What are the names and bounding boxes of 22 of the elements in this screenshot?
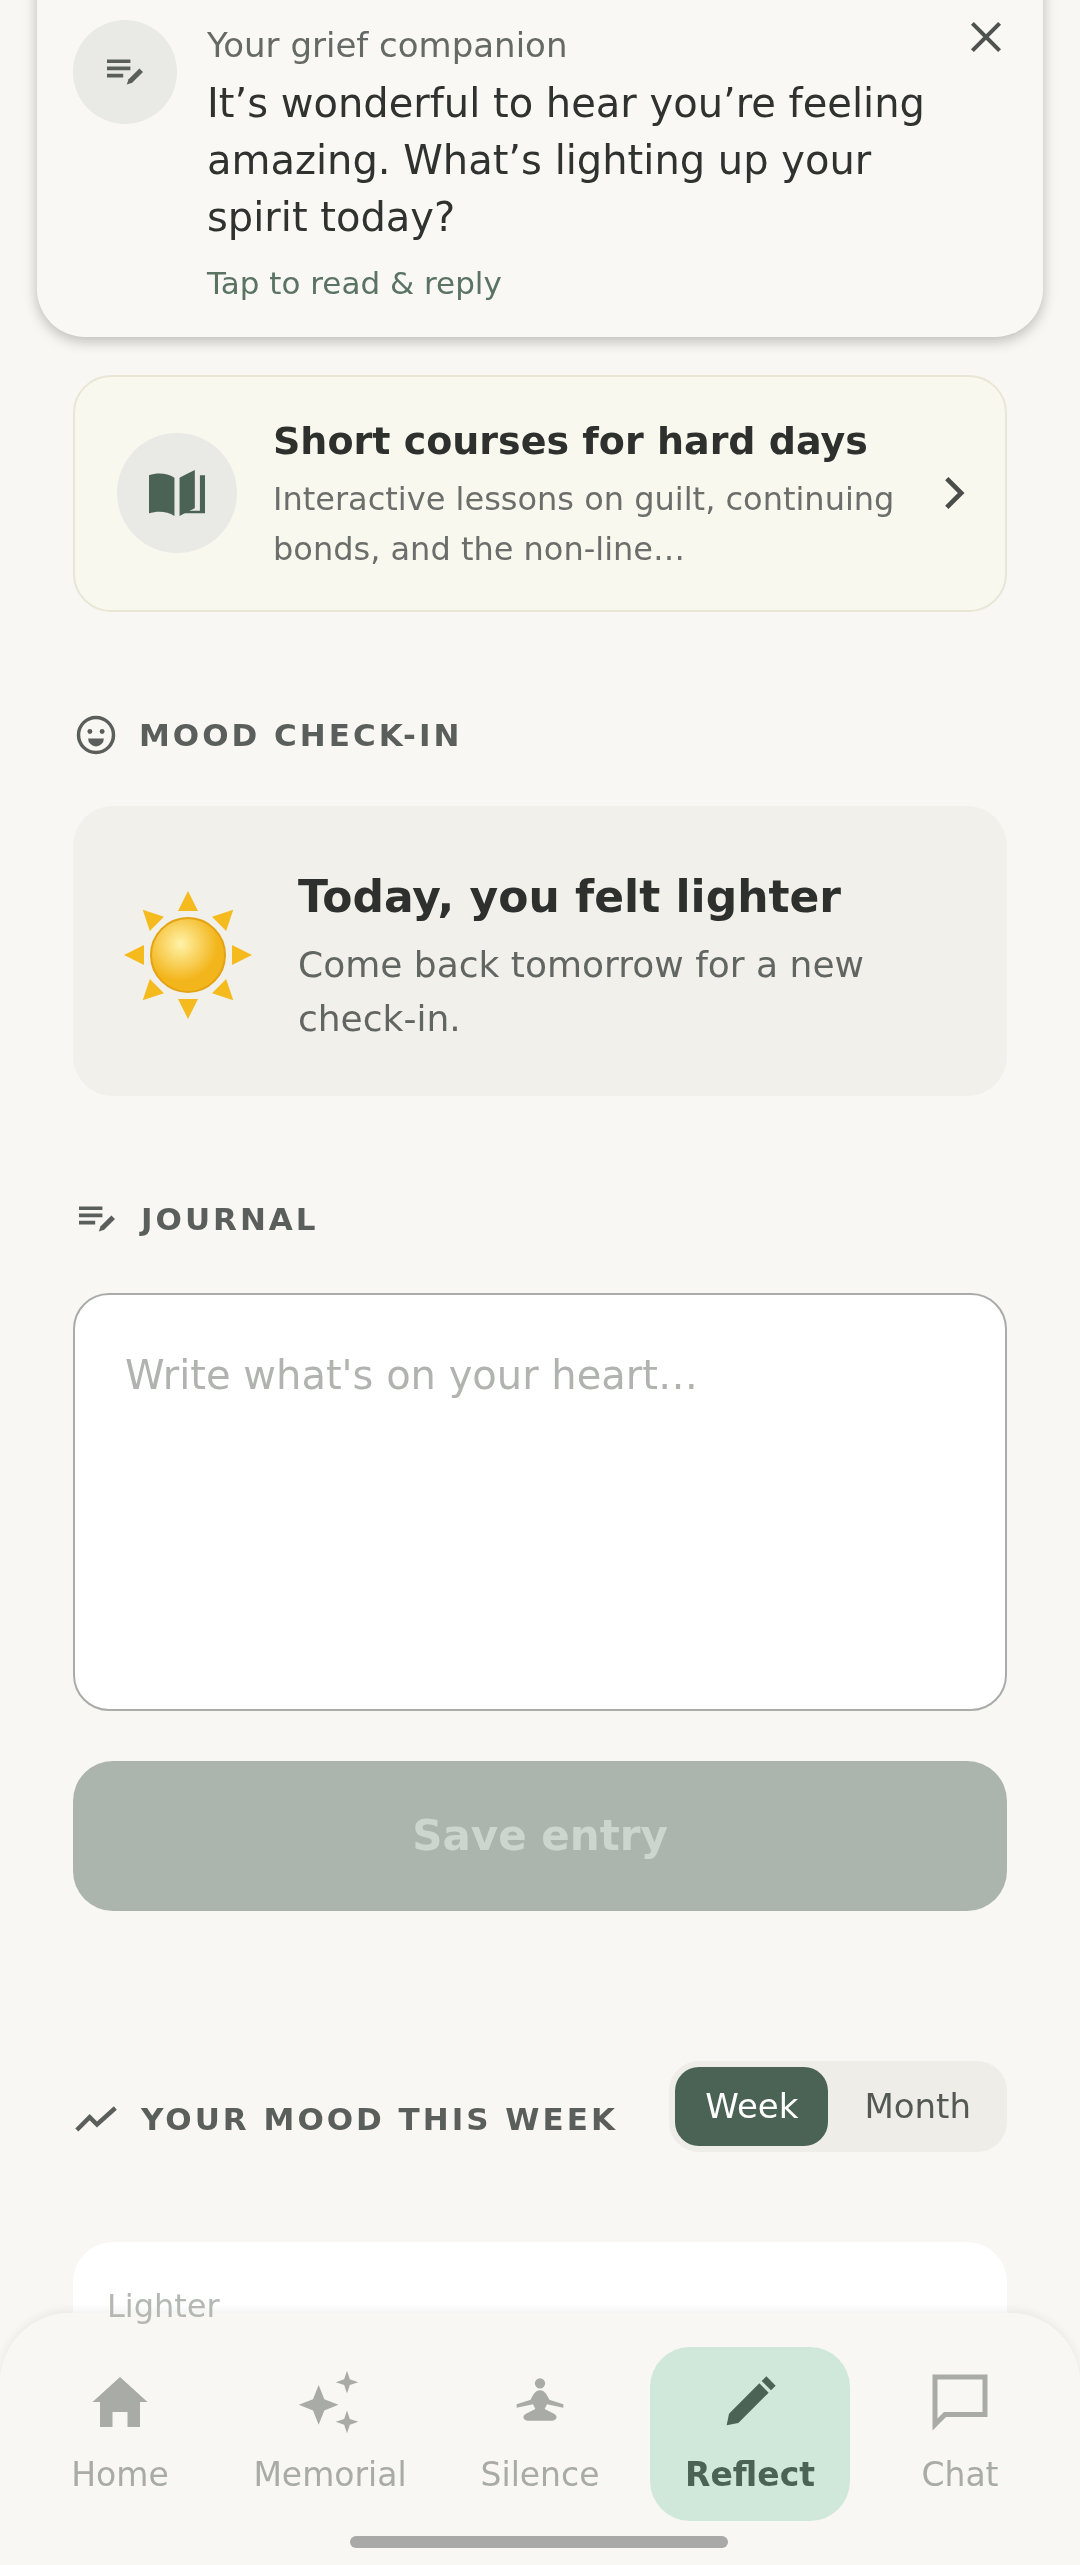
reply-link[interactable]: Tap to read & reply xyxy=(207,260,939,307)
course-card[interactable]: Short courses for hard days Interactive lessons on guilt, continuing bonds, and the non-line… xyxy=(73,374,1007,612)
close-icon[interactable] xyxy=(969,20,1003,54)
range-tab[interactable]: Month xyxy=(834,2066,1001,2146)
section-heading: MOOD CHECK-IN xyxy=(139,715,463,755)
section-heading: JOURNAL xyxy=(141,1200,319,1239)
trend-line-icon xyxy=(75,2104,119,2134)
range-tab[interactable]: Week xyxy=(675,2066,829,2146)
mood-subtitle: Come back tomorrow for a new check-in. xyxy=(298,943,865,1041)
journal-field[interactable]: Write what's on your heart… xyxy=(73,1292,1007,1711)
smiley-icon xyxy=(75,713,117,756)
notification-title: Your grief companion xyxy=(207,24,569,67)
axis-label: Lighter xyxy=(107,2285,221,2327)
nav-tab[interactable]: Reflect xyxy=(650,2347,850,2521)
mood-title: Today, you felt lighter xyxy=(298,870,843,924)
course-description: Interactive lessons on guilt, continuing bonds, and the non-line… xyxy=(273,478,896,570)
chat-bubble-icon xyxy=(930,2372,990,2433)
course-title: Short courses for hard days xyxy=(273,417,869,465)
notification-message: It’s wonderful to hear you’re feeling amazing. What’s lighting up your spirit today? xyxy=(207,79,926,242)
notification-card[interactable]: Your grief companion It’s wonderful to hear you’re feeling amazing. What’s lighting up your spirit today? Tap to read & reply xyxy=(37,0,1043,337)
chevron-right-icon xyxy=(943,475,965,511)
section-heading: YOUR MOOD THIS WEEK xyxy=(141,2099,618,2139)
